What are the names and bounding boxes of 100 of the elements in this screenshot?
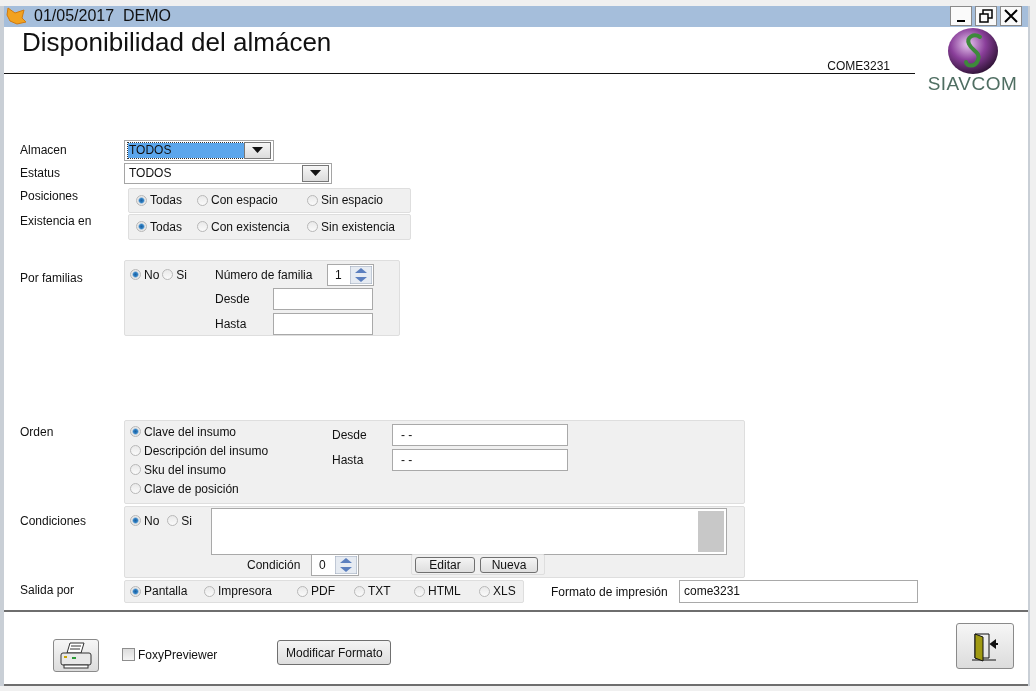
radio-button[interactable] xyxy=(204,585,215,597)
radio-label: TXT xyxy=(368,584,391,599)
dropdown-arrow-icon xyxy=(252,147,263,154)
scrollbar[interactable] xyxy=(698,510,724,552)
dropdown-value: TODOS xyxy=(128,142,244,158)
page-title: Disponibilidad del almácen xyxy=(21,26,333,57)
restore-button[interactable] xyxy=(975,6,997,27)
radio-option[interactable]: Con existencia xyxy=(197,218,307,235)
radio-button[interactable] xyxy=(307,221,318,233)
radio-button[interactable] xyxy=(136,194,147,206)
print-button[interactable] xyxy=(53,639,99,673)
minimize-button[interactable] xyxy=(950,6,972,27)
action-button[interactable]: Editar xyxy=(415,557,475,574)
spinner-field[interactable]: 1 xyxy=(327,263,374,286)
radio-button[interactable] xyxy=(136,221,147,233)
radio-option[interactable]: Clave del insumo xyxy=(130,423,332,440)
field-label: Estatus xyxy=(20,164,62,182)
radio-button[interactable] xyxy=(130,269,141,281)
radio-button[interactable] xyxy=(479,585,490,597)
radio-option[interactable]: Todas xyxy=(136,218,197,235)
input-field[interactable]: - - xyxy=(392,423,568,446)
dropdown-button[interactable] xyxy=(302,164,329,182)
dropdown-field[interactable]: TODOS xyxy=(124,139,274,161)
radio-button[interactable] xyxy=(167,515,179,527)
dropdown-value: TODOS xyxy=(128,165,173,181)
radio-label: PDF xyxy=(311,584,335,599)
radio-option[interactable]: No xyxy=(130,512,160,529)
radio-button[interactable] xyxy=(130,585,141,597)
radio-button[interactable] xyxy=(197,221,208,233)
radio-option[interactable]: XLS xyxy=(479,583,523,600)
field-label: Condición xyxy=(247,557,302,572)
radio-button[interactable] xyxy=(307,194,318,206)
radio-option[interactable]: Pantalla xyxy=(130,583,204,600)
logo-text: SIAVCOM xyxy=(927,74,1018,93)
restore-icon xyxy=(979,9,993,24)
radio-option[interactable]: TXT xyxy=(354,583,414,600)
text-area[interactable] xyxy=(211,507,727,555)
radio-option[interactable]: Sku del insumo xyxy=(130,461,332,478)
spinner-field[interactable]: 0 xyxy=(311,553,359,576)
radio-button[interactable] xyxy=(130,445,141,457)
field-label: Por familias xyxy=(20,269,84,287)
radio-label: HTML xyxy=(428,584,461,599)
checkbox[interactable] xyxy=(122,648,135,662)
radio-button[interactable] xyxy=(162,269,174,281)
radio-option[interactable]: Con espacio xyxy=(197,192,307,209)
radio-option[interactable]: Clave de posición xyxy=(130,480,332,497)
radio-label: Con espacio xyxy=(211,193,278,208)
spinner-arrows-icon[interactable] xyxy=(350,265,372,284)
field-label: Hasta xyxy=(215,316,248,331)
dropdown-field[interactable]: TODOS xyxy=(124,162,332,184)
input-value: come3231 xyxy=(684,584,741,599)
radio-option[interactable]: Impresora xyxy=(204,583,297,600)
radio-label: XLS xyxy=(493,584,516,599)
input-field[interactable]: - - xyxy=(392,448,568,471)
radio-button[interactable] xyxy=(130,483,141,495)
input-field[interactable] xyxy=(273,287,373,310)
input-value: - - xyxy=(401,427,413,442)
field-label: Condiciones xyxy=(20,512,88,530)
radio-button[interactable] xyxy=(130,515,141,527)
dropdown-arrow-icon xyxy=(310,170,321,177)
exit-button[interactable] xyxy=(956,623,1014,670)
input-field[interactable]: come3231 xyxy=(679,579,918,603)
modify-format-button[interactable]: Modificar Formato xyxy=(277,640,392,666)
radio-option[interactable]: Descripción del insumo xyxy=(130,442,332,459)
field-label: Desde xyxy=(215,291,251,306)
radio-button[interactable] xyxy=(354,585,365,597)
close-button[interactable] xyxy=(1000,6,1022,27)
radio-button[interactable] xyxy=(414,585,425,597)
checkbox-option[interactable]: FoxyPreviewer xyxy=(122,648,218,662)
dropdown-button[interactable] xyxy=(244,141,271,159)
radio-label: Impresora xyxy=(218,584,273,599)
field-label: Orden xyxy=(20,423,55,441)
field-label: Posiciones xyxy=(20,187,80,205)
field-label: Número de familia xyxy=(215,267,314,282)
radio-button[interactable] xyxy=(197,194,208,206)
action-button[interactable]: Nueva xyxy=(480,557,538,574)
radio-label: Con existencia xyxy=(211,219,290,234)
field-label: Almacen xyxy=(20,141,68,159)
radio-option[interactable]: No xyxy=(130,266,160,283)
radio-label: Sku del insumo xyxy=(144,462,227,477)
radio-button[interactable] xyxy=(130,464,141,476)
radio-label: Todas xyxy=(150,193,183,208)
radio-option[interactable]: Sin espacio xyxy=(307,192,407,209)
radio-option[interactable]: Si xyxy=(162,266,187,283)
close-icon xyxy=(1004,9,1018,24)
input-field[interactable] xyxy=(273,312,373,335)
radio-option[interactable]: Todas xyxy=(136,192,197,209)
radio-button[interactable] xyxy=(130,426,141,438)
checkbox-label: FoxyPreviewer xyxy=(138,648,218,662)
radio-option[interactable]: PDF xyxy=(297,583,354,600)
radio-option[interactable]: HTML xyxy=(414,583,479,600)
radio-option[interactable]: Sin existencia xyxy=(307,218,412,235)
spinner-value: 0 xyxy=(319,557,327,572)
minimize-icon xyxy=(957,20,965,23)
radio-label: No xyxy=(144,513,160,528)
door-exit-icon xyxy=(971,630,999,663)
radio-label: Si xyxy=(181,513,192,528)
radio-option[interactable]: Si xyxy=(167,512,192,529)
spinner-arrows-icon[interactable] xyxy=(335,555,357,574)
radio-button[interactable] xyxy=(297,585,308,597)
